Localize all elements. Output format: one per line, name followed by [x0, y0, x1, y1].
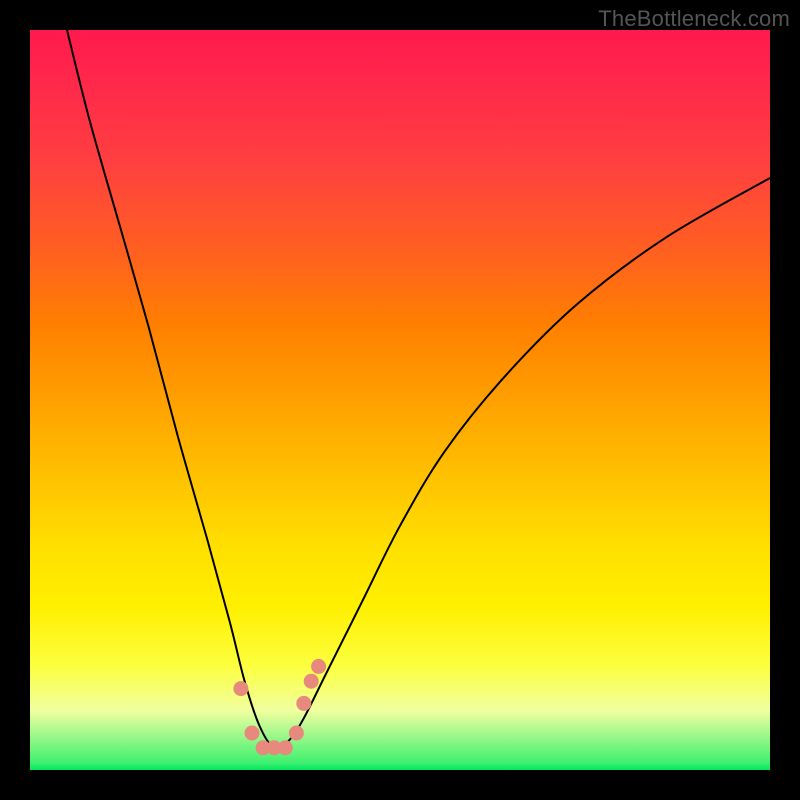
- data-marker: [234, 682, 248, 696]
- data-marker: [297, 696, 311, 710]
- curve-overlay: [30, 30, 770, 770]
- data-markers: [234, 659, 326, 754]
- watermark-text: TheBottleneck.com: [598, 6, 790, 32]
- chart-frame: TheBottleneck.com: [0, 0, 800, 800]
- data-marker: [304, 674, 318, 688]
- data-marker: [245, 726, 259, 740]
- data-marker: [289, 726, 303, 740]
- data-marker: [278, 741, 292, 755]
- bottleneck-curve: [67, 30, 770, 748]
- data-marker: [312, 659, 326, 673]
- heatmap-plot-area: [30, 30, 770, 770]
